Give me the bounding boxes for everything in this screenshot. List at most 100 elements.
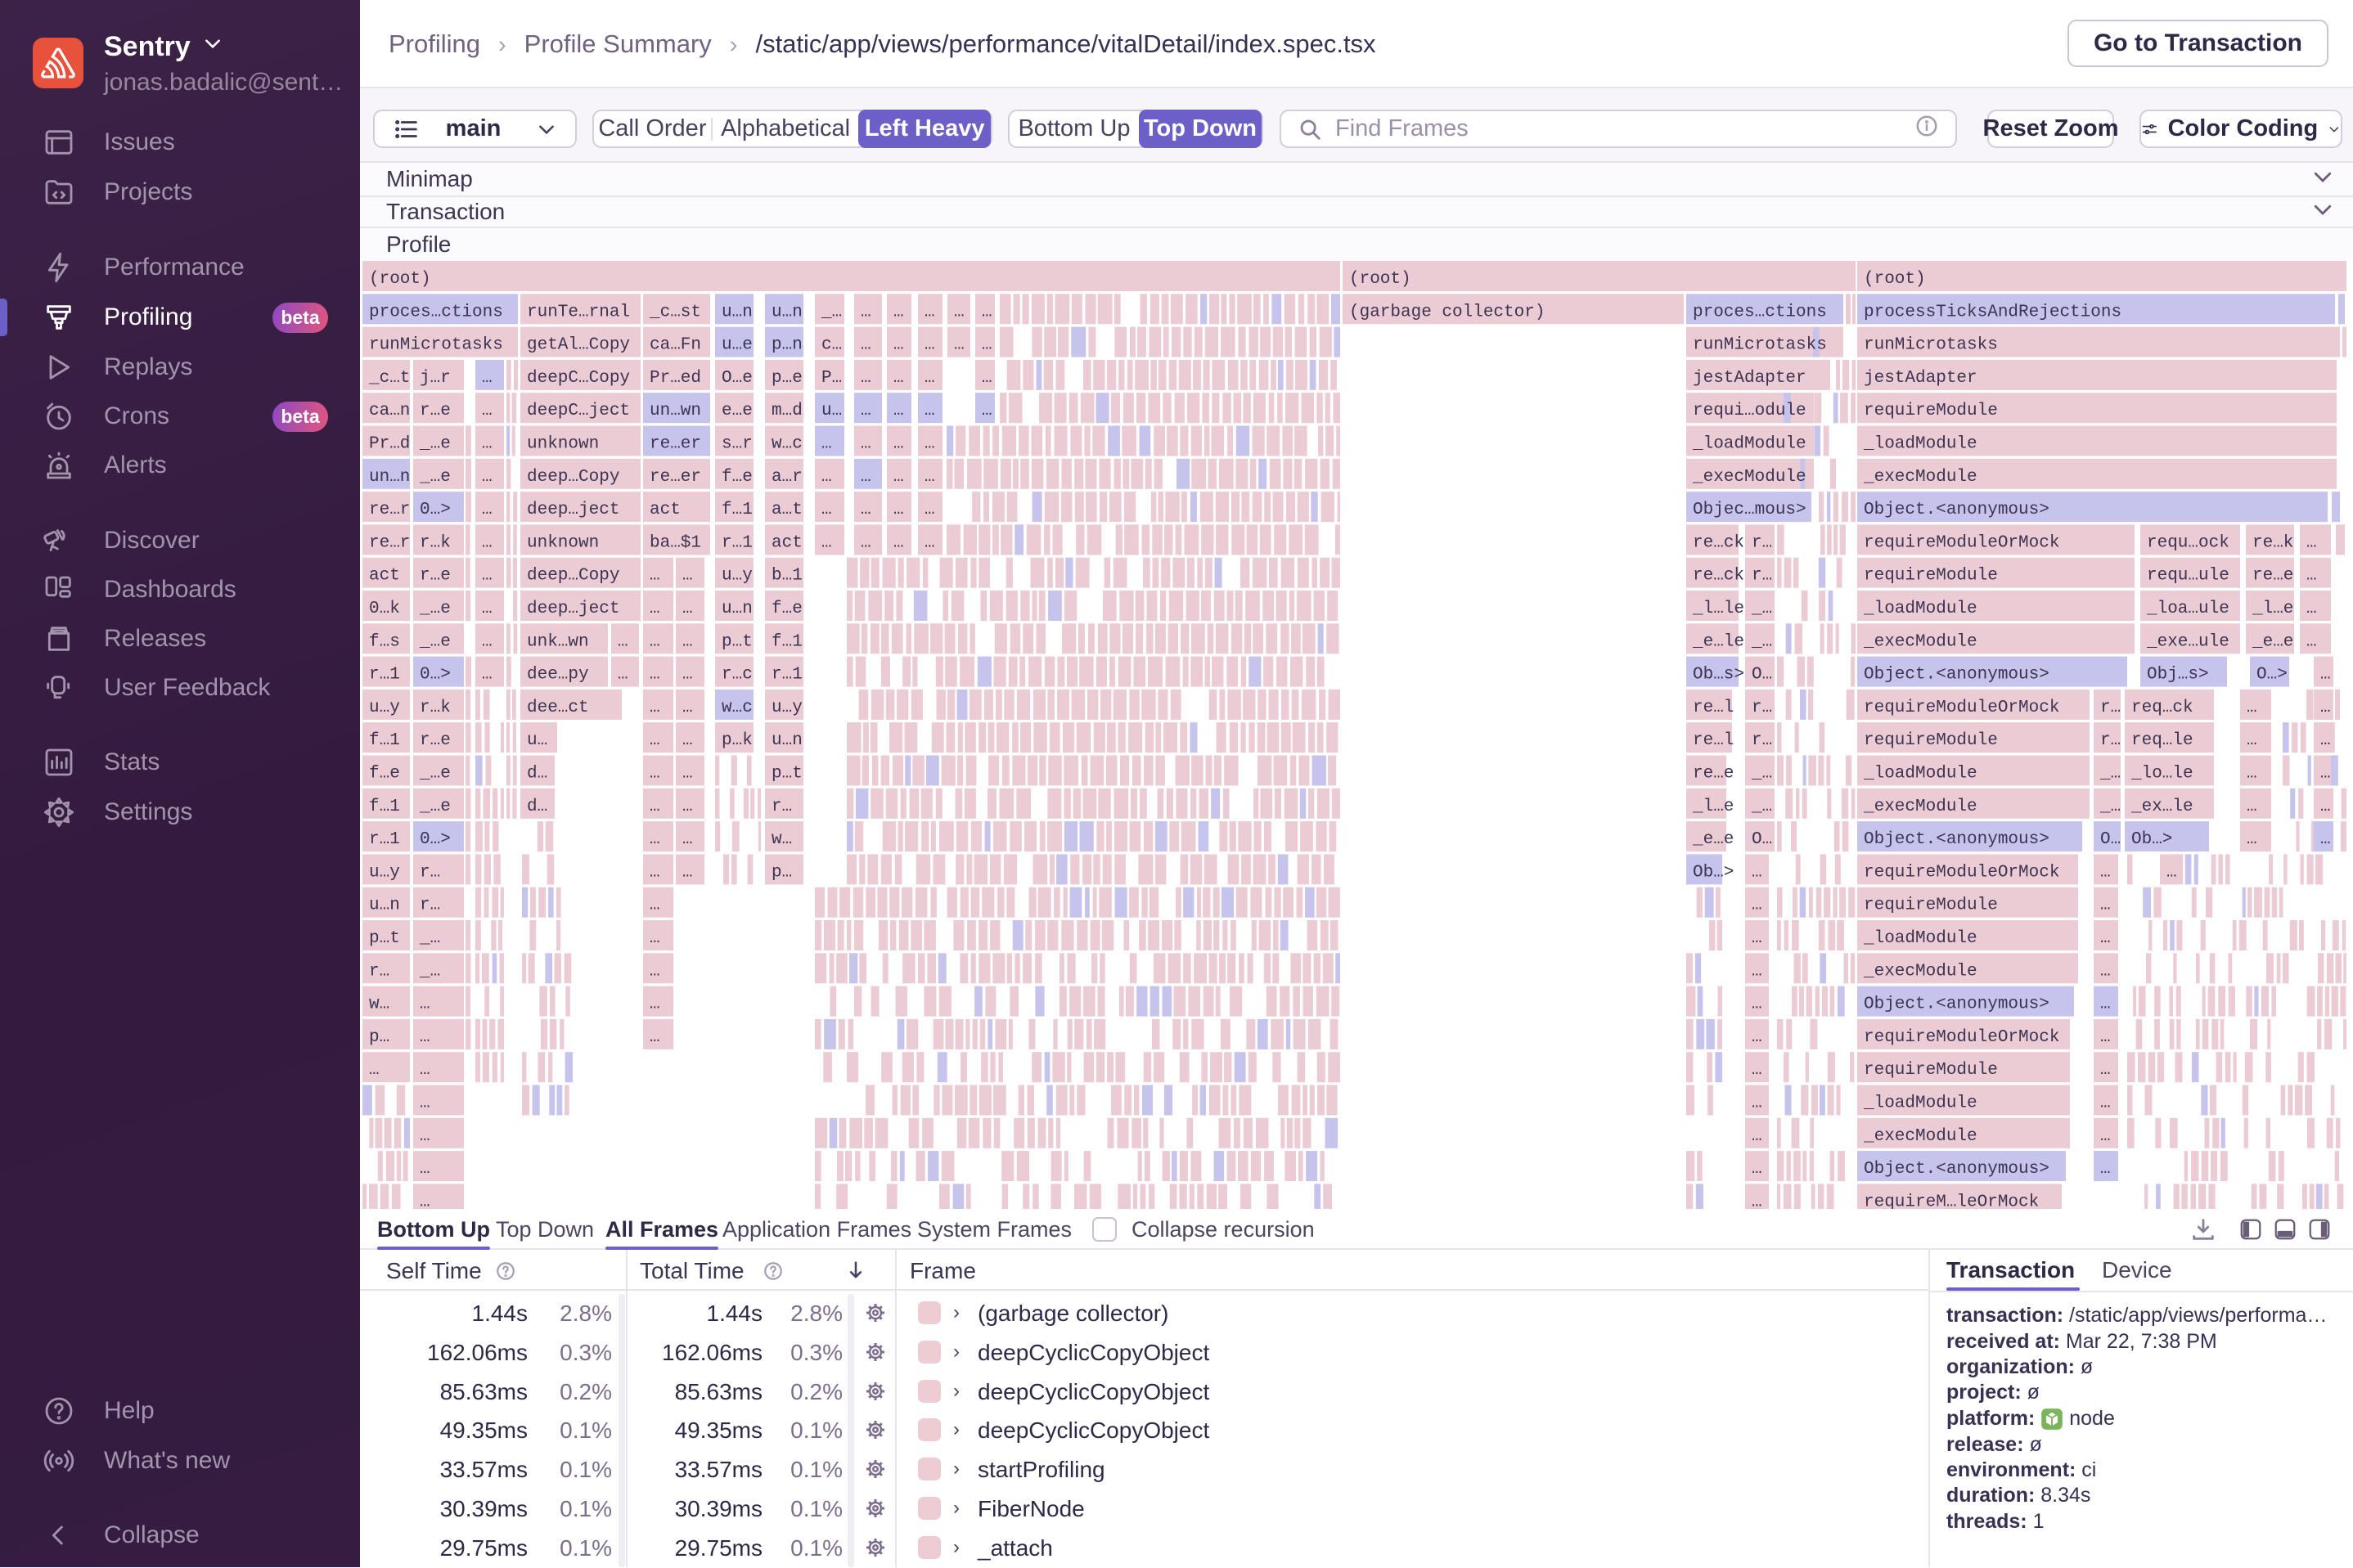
svg-text:un…n: un…n	[369, 468, 410, 487]
svg-text:r…1: r…1	[772, 666, 803, 685]
svg-text:ca…n: ca…n	[369, 402, 410, 420]
svg-text:p…t: p…t	[369, 929, 400, 948]
svg-text:…: …	[2166, 863, 2177, 882]
svg-text:_e…e: _e…e	[2252, 632, 2293, 651]
svg-text:…: …	[1752, 929, 1762, 948]
svg-text:…: …	[954, 336, 965, 355]
svg-text:…: …	[861, 402, 871, 420]
svg-text:_exe…ule: _exe…ule	[2146, 632, 2229, 651]
svg-text:w…c: w…c	[722, 699, 753, 717]
svg-text:r…: r…	[1752, 699, 1772, 717]
svg-text:_loadModule: _loadModule	[1863, 1094, 1977, 1113]
svg-text:f…e: f…e	[772, 600, 803, 618]
svg-text:…: …	[369, 1061, 380, 1080]
svg-text:r…e: r…e	[420, 567, 451, 586]
svg-text:deep…ject: deep…ject	[527, 501, 619, 519]
svg-text:…: …	[482, 468, 493, 487]
svg-text:_…: _…	[1751, 600, 1772, 618]
svg-text:r…: r…	[369, 962, 389, 981]
svg-text:r…: r…	[1752, 533, 1772, 552]
svg-text:…: …	[2320, 797, 2331, 816]
svg-text:_…: _…	[419, 929, 440, 948]
svg-text:p…: p…	[772, 863, 792, 882]
svg-text:_execModule: _execModule	[1863, 797, 1977, 816]
svg-text:w…: w…	[369, 995, 389, 1014]
svg-text:requireModuleOrMock: requireModuleOrMock	[1864, 1028, 2059, 1047]
svg-text:requireModule: requireModule	[1864, 731, 1998, 750]
svg-text:…: …	[650, 830, 660, 849]
svg-text:(garbage collector): (garbage collector)	[1349, 303, 1545, 321]
svg-text:r…: r…	[1752, 731, 1772, 750]
svg-text:b…1: b…1	[772, 567, 803, 586]
svg-text:_…: _…	[1751, 797, 1772, 816]
svg-text:_execModule: _execModule	[1863, 632, 1977, 651]
svg-text:…: …	[618, 666, 628, 685]
svg-text:_loadModule: _loadModule	[1863, 435, 1977, 454]
svg-text:P…: P…	[821, 369, 842, 388]
svg-text:…: …	[893, 468, 904, 487]
svg-text:jestAdapter: jestAdapter	[1864, 369, 1977, 388]
svg-text:…: …	[861, 369, 871, 388]
svg-text:r…c: r…c	[722, 666, 753, 685]
svg-text:re…l: re…l	[1693, 731, 1734, 750]
svg-text:…: …	[482, 402, 493, 420]
svg-text:Obj…s>: Obj…s>	[2147, 666, 2209, 685]
svg-text:0…>: 0…>	[420, 501, 451, 519]
svg-text:…: …	[2306, 632, 2317, 651]
svg-text:u…n: u…n	[369, 896, 400, 915]
svg-text:Pr…ed: Pr…ed	[650, 369, 701, 388]
svg-text:…: …	[2320, 666, 2331, 685]
svg-text:…: …	[682, 600, 693, 618]
svg-text:_e…e: _e…e	[1692, 830, 1734, 849]
svg-text:requireModule: requireModule	[1864, 1061, 1998, 1080]
svg-text:…: …	[650, 995, 660, 1014]
svg-text:…: …	[420, 1193, 430, 1209]
svg-text:…: …	[650, 632, 660, 651]
svg-text:…: …	[682, 797, 693, 816]
svg-text:_c…st: _c…st	[649, 303, 701, 321]
svg-text:…: …	[925, 435, 935, 454]
svg-text:…: …	[925, 303, 935, 321]
svg-text:…: …	[2100, 929, 2111, 948]
svg-text:…: …	[954, 303, 965, 321]
svg-text:…: …	[925, 468, 935, 487]
svg-text:Object.<anonymous>: Object.<anonymous>	[1864, 666, 2049, 685]
svg-text:…: …	[420, 1094, 430, 1113]
svg-text:d…: d…	[527, 765, 547, 784]
svg-text:r…: r…	[420, 896, 440, 915]
svg-text:requireModule: requireModule	[1864, 567, 1998, 586]
svg-text:…: …	[650, 1028, 660, 1047]
svg-text:…: …	[982, 303, 992, 321]
svg-text:Object.<anonymous>: Object.<anonymous>	[1864, 830, 2049, 849]
svg-text:(root): (root)	[369, 270, 431, 289]
svg-text:…: …	[682, 666, 693, 685]
svg-text:…: …	[482, 435, 493, 454]
svg-text:j…r: j…r	[420, 369, 451, 388]
svg-text:u…y: u…y	[722, 567, 753, 586]
svg-text:re…ck: re…ck	[1693, 533, 1744, 552]
svg-text:…: …	[1752, 1193, 1762, 1209]
svg-text:requi…odule: requi…odule	[1693, 402, 1806, 420]
svg-text:…: …	[861, 468, 871, 487]
svg-text:…: …	[893, 402, 904, 420]
svg-text:…: …	[420, 1160, 430, 1179]
svg-text:O…>: O…>	[2256, 666, 2288, 685]
svg-text:jestAdapter: jestAdapter	[1693, 369, 1806, 388]
svg-text:…: …	[2320, 765, 2331, 784]
svg-text:f…1: f…1	[369, 731, 400, 750]
svg-text:u…y: u…y	[369, 699, 400, 717]
svg-text:…: …	[861, 336, 871, 355]
svg-text:ca…Fn: ca…Fn	[650, 336, 701, 355]
svg-text:…: …	[2100, 896, 2111, 915]
svg-text:_…: _…	[821, 303, 842, 321]
svg-text:…: …	[650, 896, 660, 915]
svg-text:(root): (root)	[1864, 270, 1926, 289]
svg-text:r…1: r…1	[369, 666, 400, 685]
svg-text:…: …	[1752, 1160, 1762, 1179]
svg-text:ba…$1: ba…$1	[650, 533, 701, 552]
svg-text:_loadModule: _loadModule	[1692, 435, 1806, 454]
svg-text:…: …	[650, 929, 660, 948]
svg-text:getAl…Copy: getAl…Copy	[527, 336, 630, 355]
svg-text:…: …	[925, 501, 935, 519]
svg-text:r…: r…	[772, 797, 792, 816]
